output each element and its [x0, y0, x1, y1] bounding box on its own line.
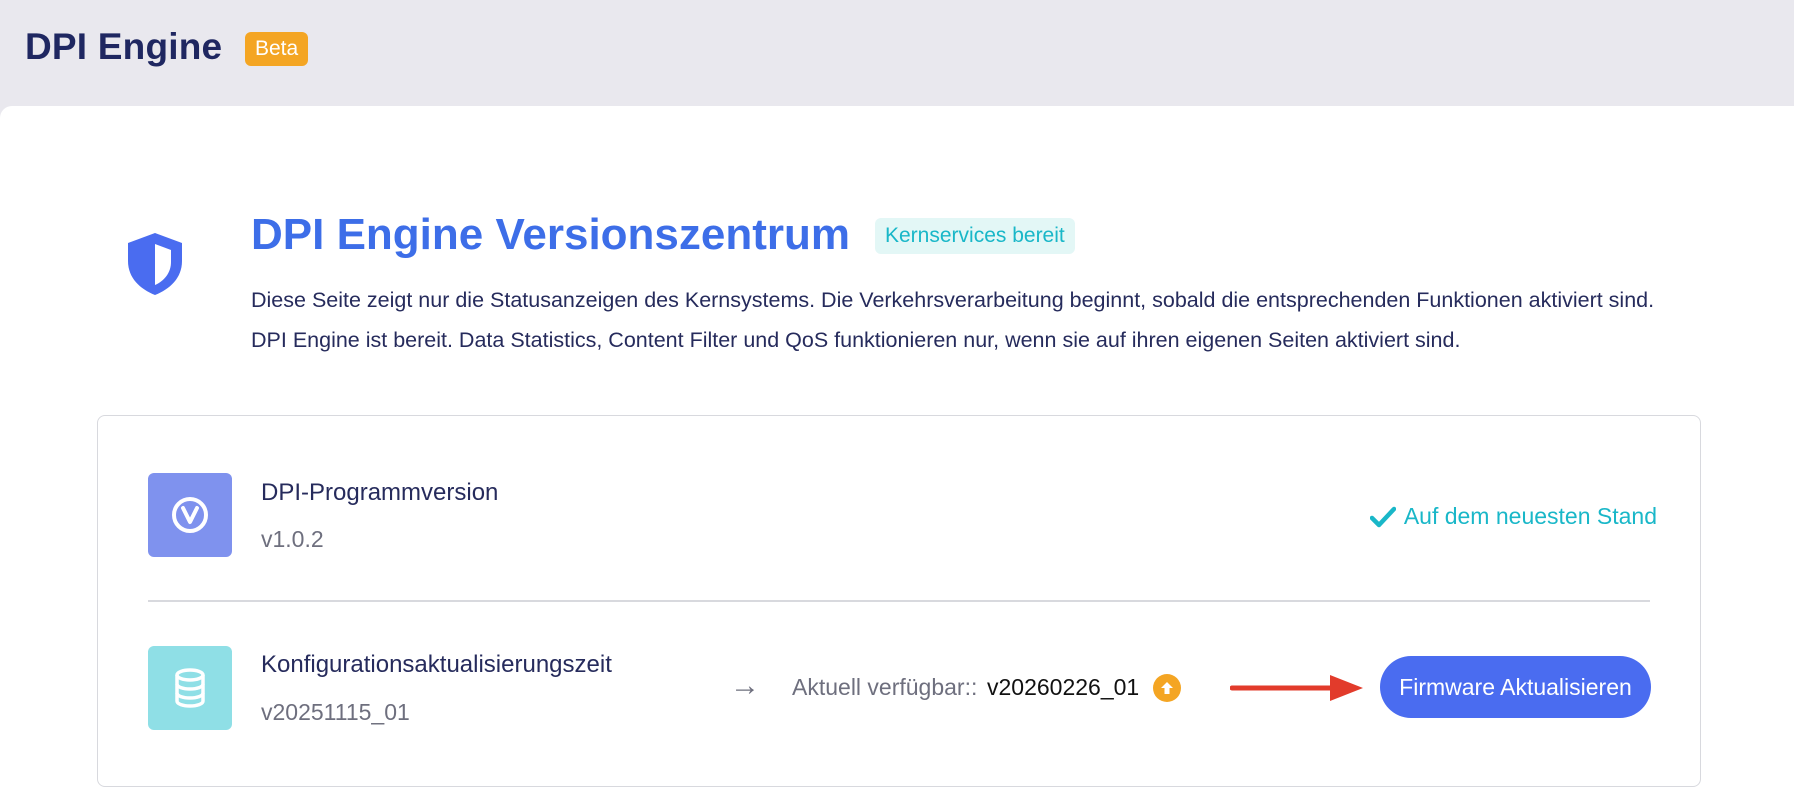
divider: [148, 600, 1650, 602]
description-line: Diese Seite zeigt nur die Statusanzeigen…: [251, 288, 1655, 312]
config-update-value: v20251115_01: [261, 699, 410, 725]
description-line: DPI Engine ist bereit. Data Statistics, …: [251, 328, 1461, 352]
program-version-label: DPI-Programmversion: [261, 479, 499, 506]
page-title: DPI Engine Versionszentrum: [251, 210, 851, 259]
config-update-label: Konfigurationsaktualisierungszeit: [261, 651, 612, 678]
up-to-date-status: Auf dem neuesten Stand: [1369, 503, 1657, 530]
up-to-date-label: Auf dem neuesten Stand: [1403, 503, 1657, 529]
status-badge: Kernservices bereit: [875, 218, 1075, 254]
app-title: DPI Engine: [25, 26, 223, 67]
annotation-arrow-icon: [1230, 675, 1363, 701]
available-version: v20260226_01: [987, 674, 1140, 700]
version-check-icon: [148, 473, 232, 557]
firmware-update-button[interactable]: Firmware Aktualisieren: [1380, 656, 1651, 718]
database-icon: [148, 646, 232, 730]
program-version-value: v1.0.2: [261, 526, 324, 552]
available-label: Aktuell verfügbar::: [792, 674, 978, 700]
upgrade-available-icon: [1153, 674, 1181, 702]
checkmark-icon: [1369, 506, 1396, 527]
beta-badge: Beta: [245, 32, 309, 66]
page-description: Diese Seite zeigt nur die Statusanzeigen…: [251, 280, 1791, 360]
top-bar: DPI Engine Beta: [0, 0, 1794, 106]
arrow-right-icon: →: [730, 669, 760, 702]
shield-icon: [128, 233, 182, 295]
